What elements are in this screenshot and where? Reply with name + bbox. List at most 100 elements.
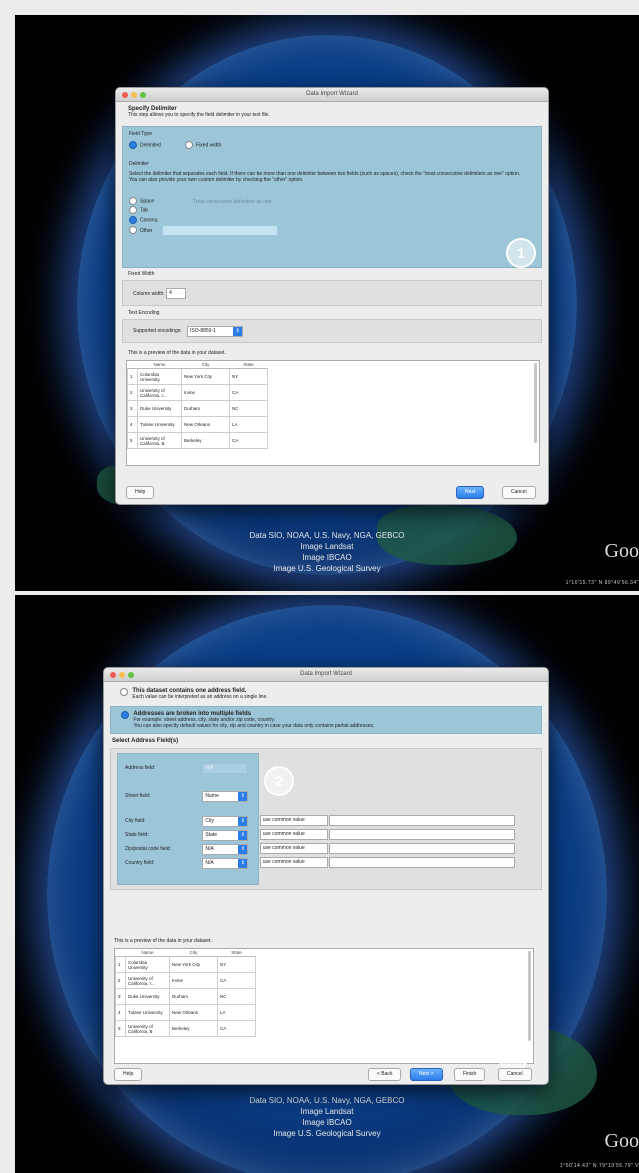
fixed-width-label: Fixed Width <box>128 271 155 277</box>
radio-icon[interactable] <box>129 197 137 205</box>
preview-table-container[interactable]: Name City State 1 Columbia University New … <box>126 360 540 466</box>
scrollbar[interactable] <box>528 951 531 1041</box>
table-row: 4 Tulane University New Orleans LA <box>127 416 268 433</box>
table-row: 1 Columbia University New York City NY <box>127 368 268 385</box>
column-header: Name <box>125 949 170 957</box>
help-button[interactable]: Help <box>114 1068 143 1081</box>
column-header: City <box>181 361 230 369</box>
zoom-window-button[interactable] <box>140 92 146 98</box>
column-width-row: Column width: 4 <box>133 288 187 299</box>
radio-icon[interactable] <box>129 226 137 235</box>
treat-consecutive-checkbox[interactable]: Treat consecutive delimiters as one <box>193 199 271 205</box>
common-value-state-input[interactable] <box>329 829 516 840</box>
minimize-window-button[interactable] <box>131 92 137 98</box>
street-field-select[interactable]: Name ⇕ <box>202 791 249 802</box>
import-wizard-dialog: Data Import Wizard Specify Delimiter Thi… <box>115 87 549 505</box>
common-value-zip-input[interactable] <box>329 843 516 854</box>
step-badge-1: 1 <box>506 238 536 268</box>
delimiter-panel: Field Type Delimited Fixed width Delimit… <box>122 126 542 268</box>
text-encoding-label: Text Encoding <box>128 310 160 316</box>
use-common-value-country[interactable]: use common value <box>259 857 328 868</box>
multiple-fields-option[interactable]: Addresses are broken into multiple field… <box>110 706 542 734</box>
use-common-value-zip[interactable]: use common value <box>259 843 328 854</box>
preview-label: This is a preview of the data in your da… <box>114 938 212 944</box>
step-header: Specify Delimiter This step allows you t… <box>128 106 270 118</box>
dialog-title: Data Import Wizard <box>300 671 352 677</box>
chevron-down-icon: ⇕ <box>233 327 243 336</box>
radio-icon[interactable] <box>120 688 128 696</box>
table-header-row: Name City State <box>127 361 268 369</box>
single-address-option[interactable]: This dataset contains one address field.… <box>120 688 268 700</box>
fixed-width-panel: Column width: 4 <box>122 280 542 306</box>
common-value-country-input[interactable] <box>329 857 516 868</box>
other-delimiter-input[interactable] <box>161 224 278 236</box>
imagery-credits: Data SIO, NOAA, U.S. Navy, NGA, GEBCO Im… <box>249 531 405 573</box>
close-window-button[interactable] <box>110 672 116 678</box>
address-field-select[interactable]: N/A <box>202 763 249 774</box>
table-row: 3 Duke University Durham NC <box>127 400 268 417</box>
column-header: City <box>169 949 218 957</box>
country-field-select[interactable]: N/A ⇕ <box>202 857 249 869</box>
back-button[interactable]: < Back <box>368 1068 402 1081</box>
radio-icon[interactable] <box>185 141 193 149</box>
delimiter-comma[interactable]: Comma <box>129 215 278 225</box>
table-row: 5 University of California, B Berkeley CA <box>127 432 268 449</box>
zip-field-row: Zip/postal code field: N/A ⇕ use common v… <box>125 843 516 855</box>
close-window-button[interactable] <box>122 92 128 98</box>
cancel-button[interactable]: Cancel <box>498 1068 532 1081</box>
delimiter-tab[interactable]: Tab <box>129 206 278 215</box>
preview-label: This is a preview of the data in your da… <box>128 350 226 356</box>
preview-table: Name City State 1 Columbia University New … <box>127 361 268 449</box>
coordinates-readout: 1°10'15.73" N 89°49'56.34" <box>565 580 639 586</box>
field-type-delimited[interactable]: Delimited <box>129 141 161 149</box>
table-row: 2 University of California, I... Irvine CA <box>115 972 256 989</box>
import-wizard-dialog: Data Import Wizard This dataset contains… <box>103 667 549 1085</box>
brand-logo: Goo <box>604 540 639 562</box>
radio-icon[interactable] <box>129 141 137 149</box>
table-row: 3 Duke University Durham NC <box>115 988 256 1005</box>
chevron-down-icon: ⇕ <box>238 816 248 826</box>
encoding-select[interactable]: ISO-8859-1 ⇕ <box>187 326 244 337</box>
use-common-value-state[interactable]: use common value <box>259 829 328 840</box>
next-button[interactable]: Next <box>456 486 485 499</box>
country-field-row: Country field: N/A ⇕ use common value <box>125 857 516 869</box>
common-value-city-input[interactable] <box>329 815 516 826</box>
zoom-window-button[interactable] <box>128 672 134 678</box>
brand-logo: Goo <box>604 1130 639 1152</box>
preview-table-container[interactable]: Name City State 1 Columbia University New … <box>114 948 534 1064</box>
imagery-credits: Data SIO, NOAA, U.S. Navy, NGA, GEBCO Im… <box>249 1096 405 1138</box>
chevron-down-icon: ⇕ <box>238 830 248 840</box>
radio-icon[interactable] <box>121 711 129 719</box>
state-field-select[interactable]: State ⇕ <box>202 829 249 841</box>
coordinates-readout: 1°50'14.43" N 79°19'56.79" V <box>559 1163 639 1169</box>
chevron-down-icon: ⇕ <box>238 792 248 801</box>
table-row: 1 Columbia University New York City NY <box>115 956 256 973</box>
finish-button[interactable]: Finish <box>454 1068 486 1081</box>
zip-field-select[interactable]: N/A ⇕ <box>202 843 249 855</box>
title-bar: Data Import Wizard <box>104 668 548 682</box>
address-field-row: Address field: N/A <box>125 763 249 774</box>
radio-icon[interactable] <box>129 215 137 224</box>
city-field-select[interactable]: City ⇕ <box>202 815 249 827</box>
column-header: Name <box>137 361 182 369</box>
table-row: 2 University of California, I... Irvine CA <box>127 384 268 401</box>
cancel-button[interactable]: Cancel <box>502 486 536 499</box>
radio-icon[interactable] <box>129 206 137 215</box>
column-width-input[interactable]: 4 <box>166 288 187 299</box>
scrollbar[interactable] <box>534 363 537 443</box>
help-button[interactable]: Help <box>126 486 155 499</box>
street-field-row: Street field: Name ⇕ <box>125 791 249 802</box>
title-bar: Data Import Wizard <box>116 88 548 102</box>
use-common-value-city[interactable]: use common value <box>259 815 328 826</box>
delimiter-label: Delimiter <box>129 161 149 167</box>
next-button[interactable]: Next > <box>410 1068 443 1081</box>
step-subheading: This step allows you to specify the fiel… <box>128 112 270 118</box>
chevron-down-icon: ⇕ <box>238 858 248 868</box>
field-type-fixed-width[interactable]: Fixed width <box>185 141 221 149</box>
preview-table: Name City State 1 Columbia University New … <box>115 949 256 1037</box>
minimize-window-button[interactable] <box>119 672 125 678</box>
delimiter-other[interactable]: Other <box>129 224 278 236</box>
earth-view-step1: Data SIO, NOAA, U.S. Navy, NGA, GEBCO Im… <box>15 15 639 591</box>
select-address-label: Select Address Field(s) <box>112 738 179 744</box>
city-field-row: City field: City ⇕ use common value <box>125 815 516 827</box>
